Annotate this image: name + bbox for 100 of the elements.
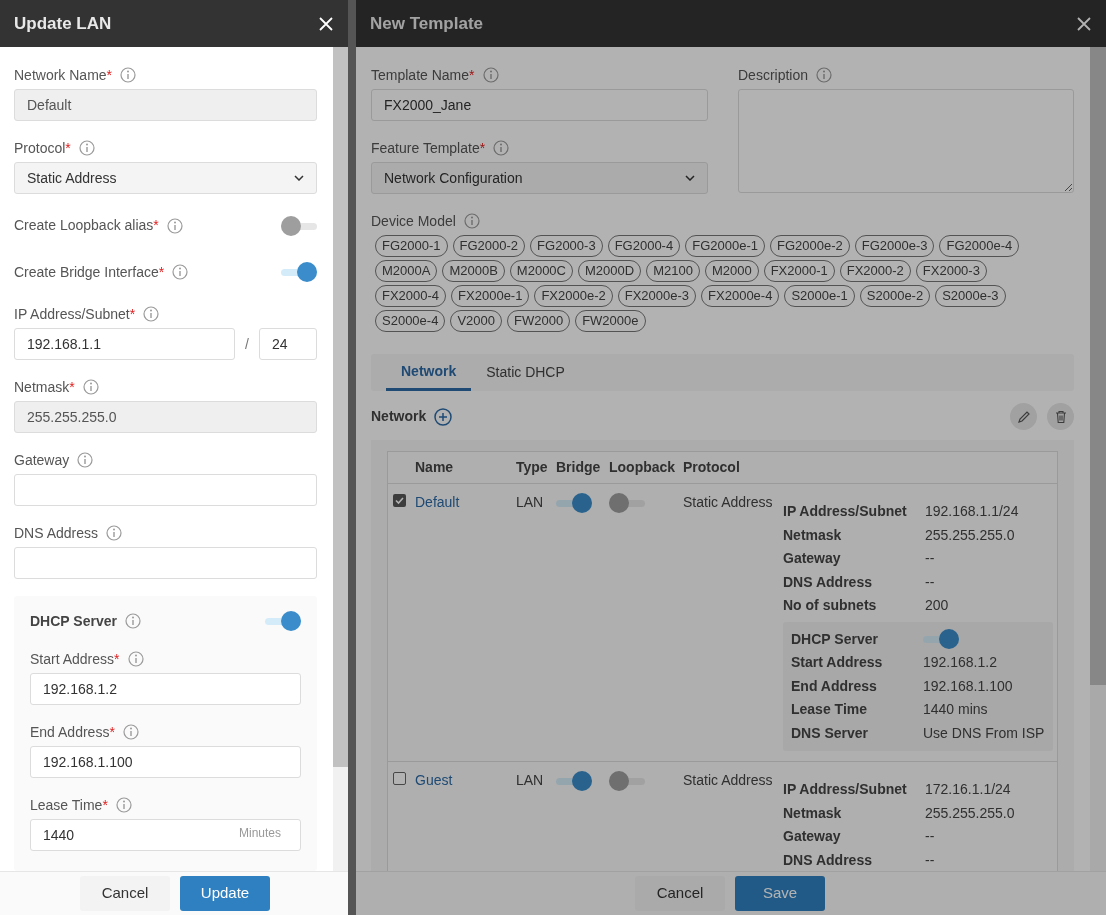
detail-value: -- bbox=[925, 850, 935, 870]
toggle-switch[interactable] bbox=[609, 492, 645, 514]
checkbox[interactable] bbox=[393, 772, 406, 785]
delete-button[interactable] bbox=[1047, 403, 1074, 430]
detail-value: -- bbox=[925, 827, 935, 847]
column-header: Bridge bbox=[556, 458, 602, 477]
close-icon[interactable] bbox=[318, 15, 334, 32]
protocol-text: Static Address bbox=[683, 772, 773, 788]
info-icon[interactable] bbox=[122, 724, 139, 740]
field-label: Protocol* bbox=[14, 138, 71, 158]
protocol-text: Static Address bbox=[683, 494, 773, 510]
panel-title: Update LAN bbox=[14, 12, 112, 35]
info-icon[interactable] bbox=[816, 67, 833, 83]
close-icon[interactable] bbox=[1076, 15, 1092, 32]
info-icon[interactable] bbox=[78, 140, 95, 156]
cancel-button[interactable]: Cancel bbox=[635, 876, 725, 911]
input-field[interactable] bbox=[14, 474, 317, 506]
info-icon[interactable] bbox=[82, 379, 99, 395]
detail-value: 192.168.1.100 bbox=[923, 676, 1013, 696]
info-icon[interactable] bbox=[120, 67, 137, 83]
panel-title: New Template bbox=[370, 12, 484, 35]
add-icon[interactable] bbox=[434, 407, 453, 426]
detail-label: DNS Server bbox=[791, 723, 870, 743]
toggle-switch[interactable] bbox=[556, 770, 592, 792]
info-icon[interactable] bbox=[143, 306, 160, 322]
field-label: DNS Address bbox=[14, 523, 99, 543]
pencil-icon bbox=[1016, 409, 1031, 424]
field-label: Netmask* bbox=[14, 377, 75, 397]
detail-value: 192.168.1.1/24 bbox=[925, 502, 1019, 522]
input-field[interactable]: 192.168.1.100 bbox=[30, 746, 301, 778]
unit-label: Minutes bbox=[238, 825, 281, 842]
toggle-switch[interactable] bbox=[556, 492, 592, 514]
info-icon[interactable] bbox=[77, 452, 94, 468]
checkbox[interactable] bbox=[393, 494, 406, 507]
field-label: Start Address* bbox=[30, 649, 120, 669]
primary-button[interactable]: Update bbox=[180, 876, 270, 911]
select-field[interactable]: Static Address bbox=[14, 162, 317, 194]
detail-label: DNS Address bbox=[783, 850, 873, 870]
info-icon[interactable] bbox=[106, 525, 123, 541]
detail-value: -- bbox=[925, 549, 935, 569]
field-label: Create Bridge Interface* bbox=[14, 262, 165, 282]
field-label: Feature Template* bbox=[371, 138, 486, 158]
network-link[interactable]: Default bbox=[415, 494, 460, 510]
toggle-switch[interactable] bbox=[281, 261, 317, 284]
toggle-switch[interactable] bbox=[609, 770, 645, 792]
select-field[interactable]: Network Configuration bbox=[371, 162, 708, 194]
type-text: LAN bbox=[516, 772, 544, 788]
info-icon[interactable] bbox=[115, 797, 132, 813]
column-header: Type bbox=[516, 458, 549, 477]
detail-label: DHCP Server bbox=[791, 629, 879, 649]
scrollbar[interactable] bbox=[1090, 47, 1106, 871]
field-label: Template Name* bbox=[371, 65, 475, 85]
info-icon[interactable] bbox=[493, 140, 510, 156]
primary-button[interactable]: Save bbox=[735, 876, 825, 911]
tab[interactable]: Static DHCP bbox=[471, 354, 580, 391]
detail-value: 172.16.1.1/24 bbox=[925, 780, 1011, 800]
info-icon[interactable] bbox=[127, 651, 144, 667]
input-field[interactable]: 24 bbox=[259, 328, 317, 360]
scrollbar[interactable] bbox=[333, 47, 348, 871]
input-field[interactable] bbox=[14, 547, 317, 579]
description-field[interactable] bbox=[738, 89, 1074, 193]
field-label: Create Loopback alias* bbox=[14, 216, 159, 236]
edit-button[interactable] bbox=[1010, 403, 1037, 430]
network-link[interactable]: Guest bbox=[415, 772, 453, 788]
field-label: IP Address/Subnet* bbox=[14, 304, 136, 324]
field-label: End Address* bbox=[30, 722, 115, 742]
detail-value: Use DNS From ISP bbox=[923, 723, 1045, 743]
toggle-switch[interactable] bbox=[265, 610, 301, 632]
input-field[interactable]: FX2000_Jane bbox=[371, 89, 708, 121]
field-label: Gateway bbox=[14, 450, 70, 470]
input-field[interactable]: 192.168.1.2 bbox=[30, 673, 301, 705]
detail-value: 255.255.255.0 bbox=[925, 525, 1015, 545]
info-icon[interactable] bbox=[482, 67, 499, 83]
field-label: Device Model bbox=[371, 211, 456, 231]
section-title: Network bbox=[371, 407, 427, 426]
detail-label: IP Address/Subnet bbox=[783, 502, 908, 522]
field-label: Description bbox=[738, 65, 809, 85]
trash-icon bbox=[1053, 409, 1068, 424]
detail-label: Netmask bbox=[783, 525, 843, 545]
detail-label: Lease Time bbox=[791, 700, 868, 720]
info-icon[interactable] bbox=[172, 264, 189, 281]
toggle-switch[interactable] bbox=[281, 214, 317, 237]
detail-value: 192.168.1.2 bbox=[923, 653, 997, 673]
toggle-switch[interactable] bbox=[923, 628, 959, 651]
info-icon[interactable] bbox=[463, 213, 480, 229]
detail-label: Start Address bbox=[791, 653, 884, 673]
info-icon[interactable] bbox=[166, 217, 183, 234]
separator-label: / bbox=[244, 334, 250, 354]
detail-label: End Address bbox=[791, 676, 878, 696]
cancel-button[interactable]: Cancel bbox=[80, 876, 170, 911]
chevron-down-icon bbox=[294, 175, 304, 181]
tab[interactable]: Network bbox=[386, 354, 472, 391]
detail-label: Netmask bbox=[783, 803, 843, 823]
detail-value: 255.255.255.0 bbox=[925, 803, 1015, 823]
info-icon[interactable] bbox=[124, 613, 141, 629]
detail-label: DNS Address bbox=[783, 572, 873, 592]
field-label: Network Name* bbox=[14, 65, 113, 85]
input-field[interactable]: 192.168.1.1 bbox=[14, 328, 235, 360]
field-label: Lease Time* bbox=[30, 795, 108, 815]
column-header: Loopback bbox=[609, 458, 677, 477]
